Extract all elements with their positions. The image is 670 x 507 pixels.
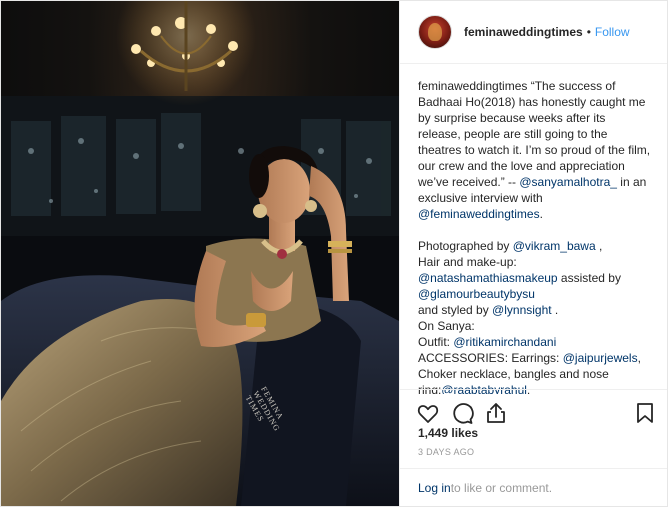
post-timestamp[interactable]: 3 DAYS AGO	[418, 447, 474, 457]
caption-text: On Sanya:	[418, 319, 475, 333]
post-sidebar: feminaweddingtimes • Follow feminaweddin…	[399, 1, 667, 506]
login-footer: Log in to like or comment.	[400, 468, 667, 507]
likes-count[interactable]: 1,449 likes	[418, 426, 478, 440]
mention-link[interactable]: @natashamathiasmakeup	[418, 271, 558, 285]
caption-text: .	[551, 303, 559, 317]
caption-text: Choker necklace, bangles and nose	[418, 367, 609, 381]
caption-text: and styled by	[418, 303, 493, 317]
post-header: feminaweddingtimes • Follow	[400, 1, 667, 64]
mention-link[interactable]: @feminaweddingtimes	[418, 207, 540, 221]
photo-illustration	[1, 1, 399, 506]
caption-paragraph-1: feminaweddingtimes “The success of Badha…	[418, 78, 651, 222]
avatar[interactable]	[418, 15, 452, 49]
post-photo[interactable]: FEMINA WEDDING TIMES	[1, 1, 399, 506]
bookmark-icon[interactable]	[633, 401, 657, 425]
caption-text: ACCESSORIES: Earrings:	[418, 351, 563, 365]
header-separator: •	[586, 25, 591, 39]
caption-credits: Photographed by @vikram_bawa , Hair and m…	[418, 238, 651, 394]
caption-text: Outfit:	[418, 335, 454, 349]
login-suffix-text: to like or comment.	[450, 481, 553, 495]
mention-link[interactable]: @sanyamalhotra_	[519, 175, 617, 189]
mention-link[interactable]: @glamourbeautybysu	[418, 287, 535, 301]
caption-text: assisted by	[557, 271, 621, 285]
caption-text: Hair and make-up:	[418, 255, 517, 269]
caption-text: Photographed by	[418, 239, 513, 253]
caption-username[interactable]: feminaweddingtimes	[418, 79, 527, 93]
caption-text: “The success of Badhaai Ho(2018) has hon…	[418, 79, 651, 189]
mention-link[interactable]: @vikram_bawa	[513, 239, 596, 253]
caption-text: .	[539, 207, 543, 221]
mention-link[interactable]: @ritikamirchandani	[453, 335, 556, 349]
header-username[interactable]: feminaweddingtimes	[464, 25, 583, 39]
login-link[interactable]: Log in	[418, 481, 451, 495]
action-bar	[400, 389, 667, 430]
instagram-post: FEMINA WEDDING TIMES feminaweddingtimes …	[0, 0, 668, 507]
mention-link[interactable]: @jaipurjewels	[563, 351, 638, 365]
follow-button[interactable]: Follow	[595, 25, 630, 39]
mention-link[interactable]: @lynnsight	[492, 303, 552, 317]
caption-text: ,	[637, 351, 641, 365]
share-icon[interactable]	[484, 401, 508, 425]
heart-icon[interactable]	[416, 401, 440, 425]
caption-text: ,	[595, 239, 603, 253]
comment-icon[interactable]	[450, 401, 474, 425]
post-caption: feminaweddingtimes “The success of Badha…	[400, 64, 667, 394]
